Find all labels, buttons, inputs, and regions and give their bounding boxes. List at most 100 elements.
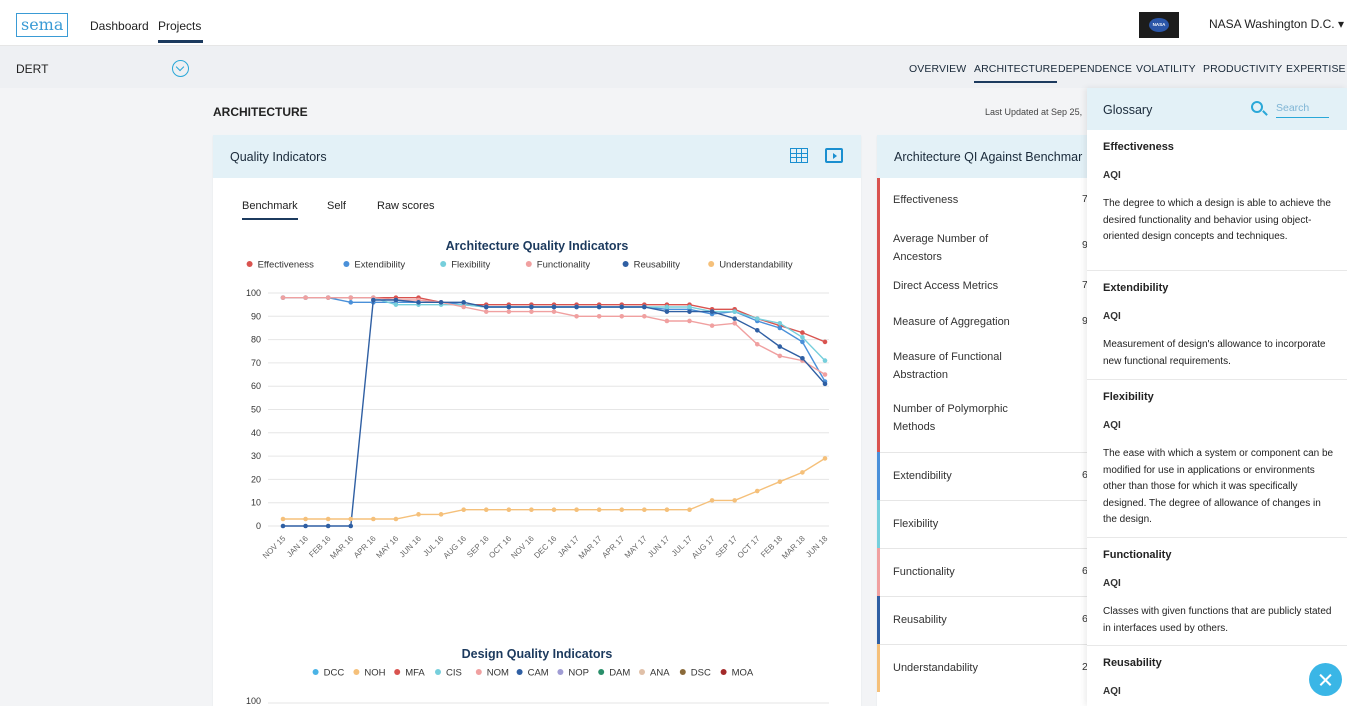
- data-point: [709, 323, 715, 328]
- quality-indicators-card: Quality Indicators Benchmark Self Raw sc…: [213, 135, 861, 706]
- tab-productivity[interactable]: PRODUCTIVITY: [1203, 63, 1282, 75]
- close-icon[interactable]: [1309, 663, 1342, 696]
- legend-label: NOP: [568, 668, 589, 679]
- data-point: [777, 344, 783, 349]
- chart-title: Design Quality Indicators: [462, 647, 613, 661]
- legend-marker: [353, 669, 360, 675]
- glossary-category: AQI: [1103, 170, 1121, 181]
- data-point: [303, 516, 308, 522]
- y-tick-label: 40: [251, 428, 261, 438]
- data-point: [529, 507, 534, 512]
- nav-dashboard[interactable]: Dashboard: [90, 19, 149, 33]
- glossary-definition: Measurement of design's allowance to inc…: [1103, 339, 1326, 367]
- data-point: [732, 320, 737, 326]
- data-point: [800, 355, 805, 361]
- tab-architecture[interactable]: ARCHITECTURE: [974, 63, 1058, 83]
- benchmark-label: Number of Polymorphic Methods: [893, 403, 1008, 433]
- data-point: [280, 523, 286, 529]
- y-tick-label: 70: [251, 358, 261, 368]
- data-point: [438, 512, 444, 517]
- tab-expertise[interactable]: EXPERTISE: [1286, 63, 1346, 75]
- data-point: [461, 304, 466, 310]
- tab-volatility[interactable]: VOLATILITY: [1136, 63, 1196, 75]
- benchmark-label: Measure of Functional Abstraction: [893, 351, 1002, 381]
- benchmark-label: Average Number of Ancestors: [893, 233, 989, 263]
- data-point: [483, 507, 489, 512]
- nav-projects[interactable]: Projects: [158, 19, 204, 43]
- y-tick-label: 50: [251, 405, 261, 415]
- sema-logo[interactable]: sema: [16, 13, 69, 37]
- data-point: [800, 339, 805, 345]
- legend-marker: [679, 669, 686, 675]
- data-point: [371, 516, 376, 522]
- x-tick-label: JAN 16: [285, 534, 310, 559]
- glossary-definition: Classes with given functions that are pu…: [1103, 606, 1332, 634]
- chevron-down-icon[interactable]: [172, 60, 189, 77]
- data-point: [551, 309, 557, 314]
- x-tick-label: MAR 17: [577, 534, 604, 561]
- data-point: [438, 300, 444, 305]
- data-point: [664, 304, 670, 310]
- data-point: [822, 339, 828, 345]
- data-point: [506, 304, 512, 310]
- legend-label: MOA: [732, 668, 754, 679]
- glossary-term: Flexibility: [1103, 391, 1154, 403]
- glossary-title: Glossary: [1103, 103, 1153, 117]
- y-tick-label: 20: [251, 474, 261, 484]
- glossary-category: AQI: [1103, 578, 1121, 589]
- legend-label: Effectiveness: [258, 260, 315, 271]
- data-point: [777, 320, 783, 326]
- legend-marker: [516, 669, 523, 675]
- data-point: [325, 516, 331, 522]
- page-title: ARCHITECTURE: [213, 105, 308, 119]
- data-point: [529, 304, 534, 310]
- data-point: [348, 295, 354, 300]
- data-point: [596, 304, 602, 310]
- org-dropdown[interactable]: NASA Washington D.C. ▾: [1209, 17, 1344, 31]
- data-point: [393, 297, 399, 303]
- data-point: [506, 309, 512, 314]
- benchmark-label: Functionality: [893, 566, 955, 578]
- y-tick-label: 90: [251, 311, 261, 321]
- legend-marker: [639, 669, 645, 675]
- x-tick-label: APR 17: [600, 534, 626, 560]
- data-point: [416, 512, 421, 517]
- data-point: [619, 314, 625, 319]
- glossary-entry: Effectiveness AQI The degree to which a de…: [1087, 130, 1347, 271]
- legend-label: NOM: [487, 668, 509, 679]
- search-icon[interactable]: [1251, 101, 1263, 113]
- legend-marker: [475, 669, 482, 675]
- data-point: [732, 498, 737, 503]
- series-line: [283, 299, 826, 527]
- data-point: [371, 297, 376, 303]
- data-point: [822, 372, 828, 377]
- legend-marker: [525, 261, 532, 267]
- project-name: DERT: [16, 62, 49, 76]
- data-point: [642, 304, 647, 310]
- data-point: [642, 507, 647, 512]
- data-point: [732, 316, 737, 321]
- glossary-search-input[interactable]: [1276, 98, 1329, 118]
- data-point: [574, 314, 579, 319]
- x-tick-label: AUG 16: [442, 534, 469, 561]
- x-tick-label: JUN 16: [398, 534, 424, 560]
- legend-marker: [440, 261, 447, 267]
- tab-dependence[interactable]: DEPENDENCE: [1058, 63, 1132, 75]
- data-point: [574, 507, 579, 512]
- x-tick-label: SEP 17: [714, 534, 740, 560]
- glossary-category: AQI: [1103, 686, 1121, 697]
- data-point: [754, 316, 760, 321]
- legend-label: Flexibility: [451, 260, 490, 271]
- data-point: [642, 314, 647, 319]
- glossary-term: Extendibility: [1103, 282, 1169, 294]
- tab-overview[interactable]: OVERVIEW: [909, 63, 966, 75]
- data-point: [687, 309, 692, 314]
- x-tick-label: MAR 18: [780, 534, 807, 561]
- data-point: [574, 304, 579, 310]
- data-point: [754, 341, 760, 347]
- legend-label: Functionality: [537, 260, 591, 271]
- data-point: [529, 309, 534, 314]
- legend-label: DSC: [691, 668, 711, 679]
- data-point: [754, 327, 760, 333]
- legend-marker: [312, 669, 319, 675]
